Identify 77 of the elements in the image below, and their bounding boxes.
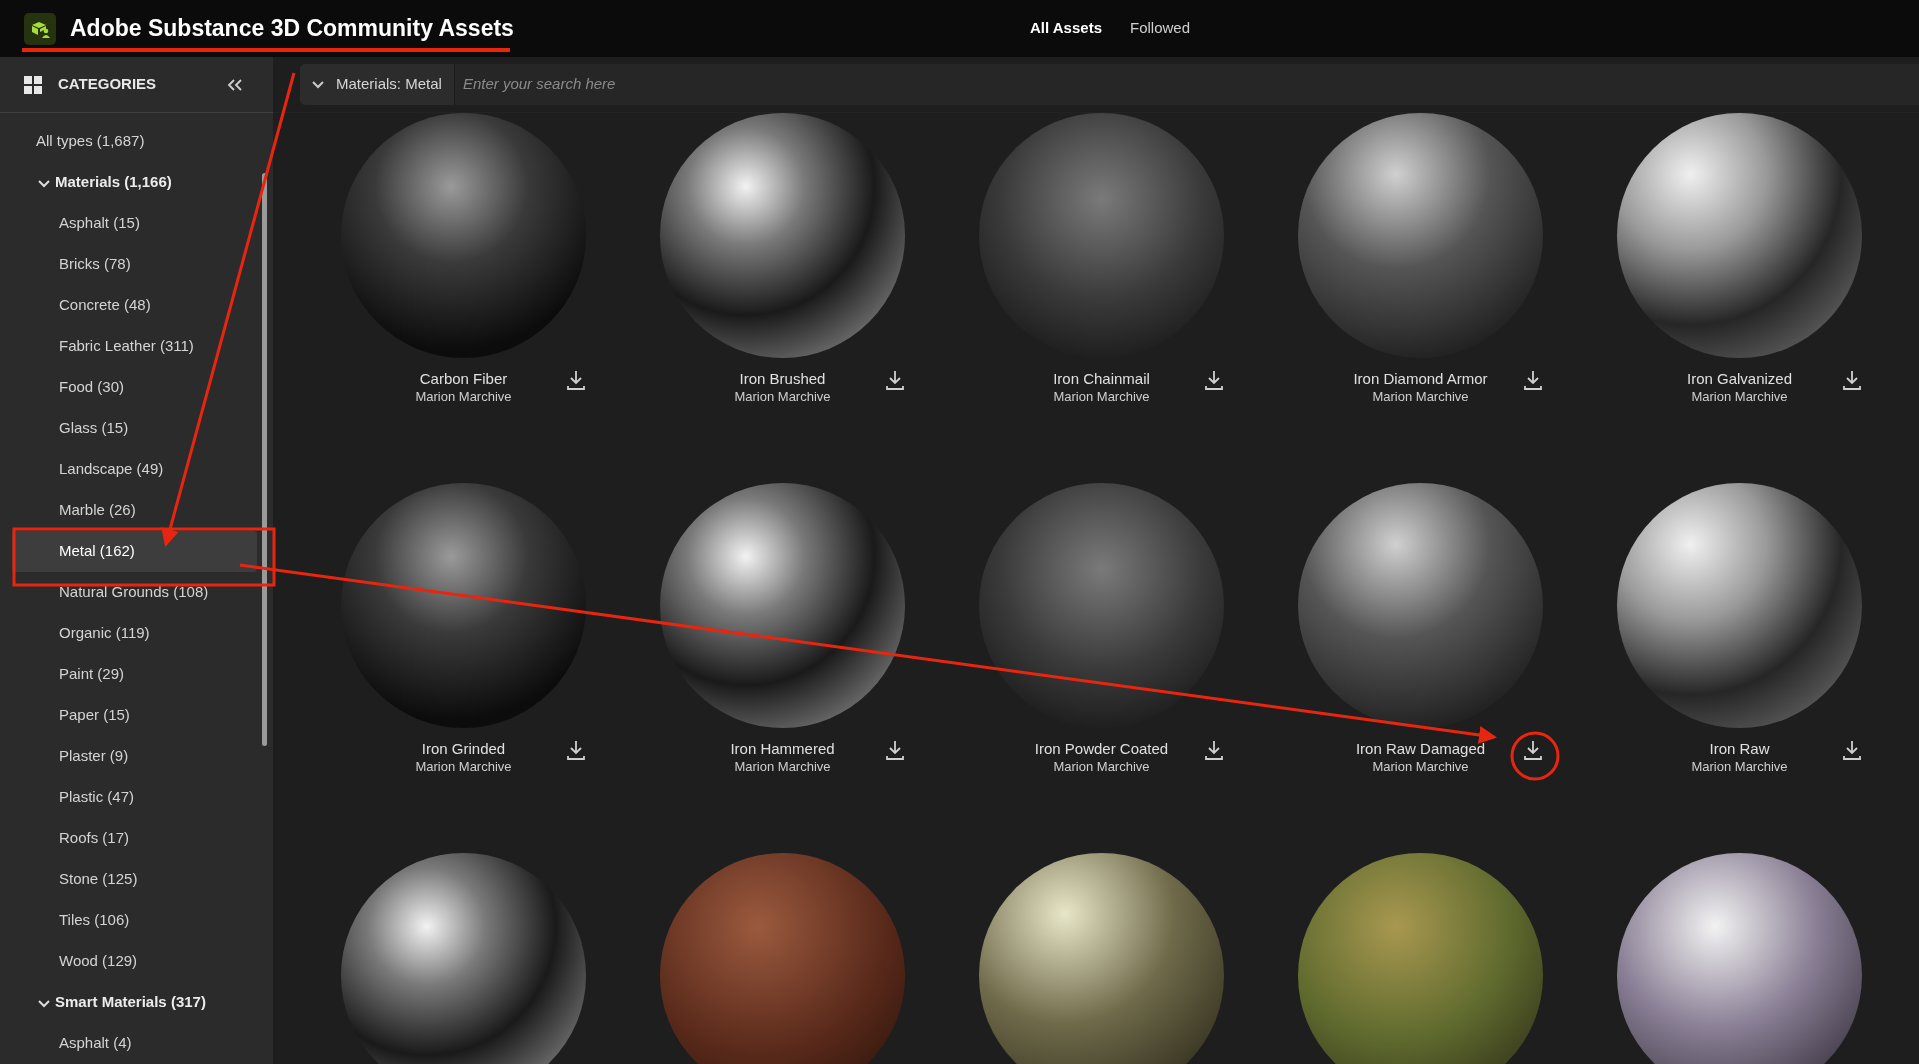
category-item[interactable]: Plastic (47)	[12, 777, 257, 818]
asset-author: Marion Marchive	[415, 388, 512, 405]
category-item[interactable]: All types (1,687)	[12, 121, 257, 162]
download-button[interactable]	[1202, 368, 1226, 392]
scrollbar[interactable]	[262, 173, 267, 746]
download-button[interactable]	[883, 368, 907, 392]
category-item[interactable]: Glass (15)	[12, 408, 257, 449]
asset-name[interactable]: Iron Grinded	[421, 739, 506, 758]
category-item[interactable]: Food (30)	[12, 367, 257, 408]
sidebar-title: CATEGORIES	[58, 74, 157, 95]
category-item[interactable]: Fabric Leather (311)	[12, 326, 257, 367]
category-item[interactable]: Landscape (49)	[12, 449, 257, 490]
grid-icon	[24, 75, 42, 94]
annotation-circle	[1510, 731, 1560, 781]
category-label: Materials (1,166)	[55, 172, 172, 193]
asset-author: Marion Marchive	[1053, 388, 1150, 405]
category-item[interactable]: Organic (119)	[12, 613, 257, 654]
asset-name[interactable]: Iron Hammered	[730, 739, 835, 758]
asset-author: Marion Marchive	[415, 758, 512, 775]
asset-author: Marion Marchive	[734, 388, 831, 405]
download-icon	[1205, 370, 1223, 390]
download-icon	[1524, 370, 1542, 390]
asset-name[interactable]: Iron Diamond Armor	[1353, 369, 1488, 388]
category-group[interactable]: Materials (1,166)	[12, 162, 257, 203]
download-button[interactable]	[1840, 368, 1864, 392]
download-icon	[1843, 370, 1861, 390]
download-icon	[567, 370, 585, 390]
category-label: Smart Materials (317)	[55, 992, 206, 1013]
nav-tab[interactable]: All Assets	[1030, 17, 1102, 40]
asset-name[interactable]: Iron Powder Coated	[1034, 739, 1169, 758]
download-icon	[886, 370, 904, 390]
category-item[interactable]: Wood (129)	[12, 941, 257, 982]
app-title: Adobe Substance 3D Community Assets	[70, 14, 514, 44]
category-item[interactable]: Bricks (78)	[12, 244, 257, 285]
category-item[interactable]: Metal (162)	[12, 531, 257, 572]
double-chevron-left-icon	[227, 78, 243, 91]
download-icon	[1205, 740, 1223, 760]
nav-tab[interactable]: Followed	[1130, 17, 1190, 40]
app-logo-icon	[24, 12, 56, 45]
category-item[interactable]: Natural Grounds (108)	[12, 572, 257, 613]
asset-author: Marion Marchive	[734, 758, 831, 775]
download-button[interactable]	[1840, 738, 1864, 762]
asset-name[interactable]: Carbon Fiber	[419, 369, 508, 388]
asset-author: Marion Marchive	[1691, 758, 1788, 775]
asset-author: Marion Marchive	[1372, 388, 1469, 405]
category-item[interactable]: Concrete (48)	[12, 285, 257, 326]
download-icon	[1524, 740, 1542, 760]
asset-name[interactable]: Iron Raw Damaged	[1355, 739, 1486, 758]
download-button[interactable]	[1521, 368, 1545, 392]
category-item[interactable]: Stone (125)	[12, 859, 257, 900]
category-item[interactable]: Marble (26)	[12, 490, 257, 531]
download-button[interactable]	[883, 738, 907, 762]
download-button[interactable]	[564, 738, 588, 762]
category-item[interactable]: Plaster (9)	[12, 736, 257, 777]
asset-author: Marion Marchive	[1053, 758, 1150, 775]
category-item[interactable]: Roofs (17)	[12, 818, 257, 859]
asset-author: Marion Marchive	[1691, 388, 1788, 405]
category-item[interactable]: Paper (15)	[12, 695, 257, 736]
asset-name[interactable]: Iron Brushed	[739, 369, 826, 388]
download-button[interactable]	[1202, 738, 1226, 762]
download-icon	[886, 740, 904, 760]
asset-name[interactable]: Iron Chainmail	[1053, 369, 1150, 388]
category-group[interactable]: Smart Materials (317)	[12, 982, 257, 1023]
category-item[interactable]: Paint (29)	[12, 654, 257, 695]
category-item[interactable]: Asphalt (4)	[12, 1023, 257, 1064]
download-icon	[1843, 740, 1861, 760]
asset-name[interactable]: Iron Raw	[1709, 739, 1770, 758]
category-item[interactable]: Asphalt (15)	[12, 203, 257, 244]
download-button[interactable]	[1521, 738, 1545, 762]
chevron-down-icon	[312, 80, 324, 89]
category-item[interactable]: Tiles (106)	[12, 900, 257, 941]
asset-author: Marion Marchive	[1372, 758, 1469, 775]
download-button[interactable]	[564, 368, 588, 392]
filter-dropdown[interactable]: Materials: Metal	[300, 64, 455, 105]
asset-name[interactable]: Iron Galvanized	[1686, 369, 1793, 388]
download-icon	[567, 740, 585, 760]
search-field[interactable]: Enter your search here	[454, 64, 1919, 105]
